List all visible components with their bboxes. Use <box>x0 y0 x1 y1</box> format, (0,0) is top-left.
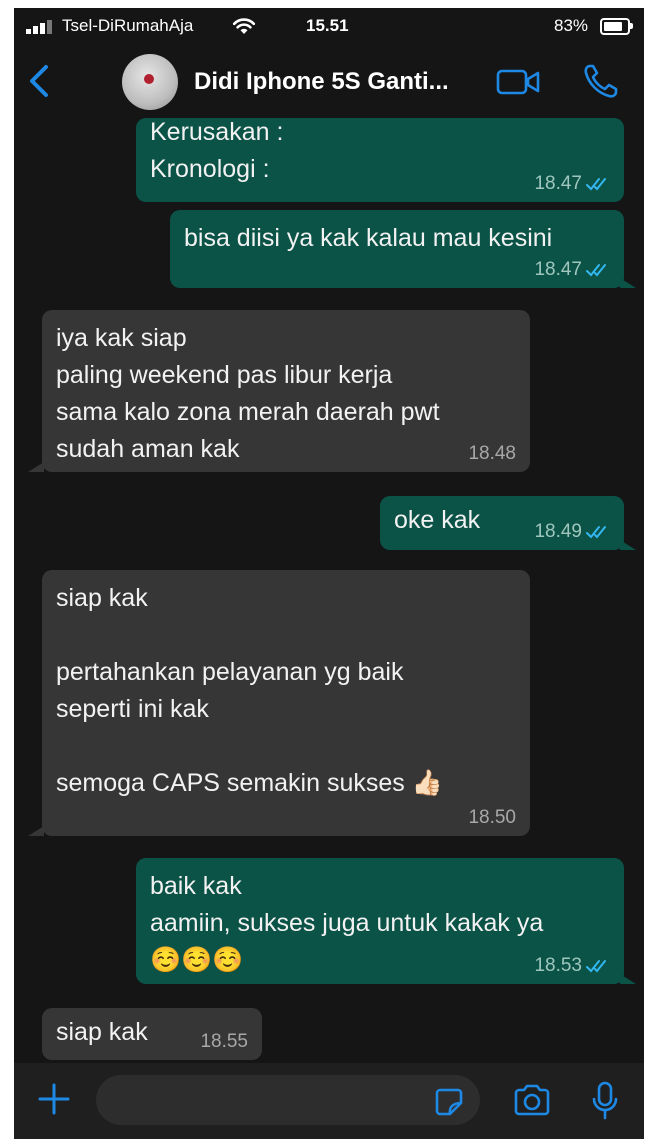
carrier-name: Tsel-DiRumahAja <box>62 16 194 35</box>
message-meta: 18.48 <box>468 442 516 466</box>
video-call-icon[interactable] <box>496 68 542 96</box>
message-meta: 18.53 <box>534 954 610 978</box>
wifi-icon <box>232 18 256 34</box>
status-bar: Tsel-DiRumahAja 15.51 83% <box>14 8 644 46</box>
voice-call-icon[interactable] <box>582 62 620 100</box>
chat-header: Didi Iphone 5S Ganti... <box>14 46 644 118</box>
battery-tip <box>630 23 633 29</box>
message-time: 18.55 <box>200 1031 248 1052</box>
battery-percent: 83% <box>554 16 589 35</box>
message-list[interactable]: Kerusakan : Kronologi : 18.47 bisa diisi… <box>14 118 644 1063</box>
message-time: 18.50 <box>468 807 516 828</box>
message-bubble-outgoing[interactable]: baik kak aamiin, sukses juga untuk kakak… <box>136 858 624 984</box>
message-time: 18.48 <box>468 443 516 464</box>
battery-icon <box>600 18 630 35</box>
message-time: 18.53 <box>534 955 582 976</box>
message-meta: 18.50 <box>468 806 516 830</box>
message-meta: 18.55 <box>200 1030 248 1054</box>
bubble-tail <box>28 826 44 836</box>
read-receipt-icon <box>586 178 606 191</box>
message-bubble-incoming[interactable]: siap kak 18.55 <box>42 1008 262 1060</box>
message-time: 18.47 <box>534 173 582 194</box>
read-receipt-icon <box>586 960 606 973</box>
message-time: 18.47 <box>534 259 582 280</box>
read-receipt-icon <box>586 526 606 539</box>
message-text: siap kak pertahankan pelayanan yg baik s… <box>56 584 443 797</box>
input-bar <box>14 1063 644 1139</box>
back-chevron-icon[interactable] <box>28 64 50 98</box>
message-input[interactable] <box>96 1075 480 1125</box>
message-bubble-incoming[interactable]: siap kak pertahankan pelayanan yg baik s… <box>42 570 530 836</box>
message-text: oke kak <box>394 506 481 534</box>
signal-icon <box>26 20 52 34</box>
battery-fill <box>604 22 622 31</box>
avatar-detail <box>144 74 154 84</box>
message-text: baik kak aamiin, sukses juga untuk kakak… <box>150 872 544 974</box>
bubble-tail <box>620 540 636 550</box>
message-text: iya kak siap paling weekend pas libur ke… <box>56 324 440 463</box>
message-bubble-outgoing[interactable]: oke kak 18.49 <box>380 496 624 550</box>
bubble-tail <box>620 974 636 984</box>
message-text: Kerusakan : Kronologi : <box>150 118 284 183</box>
camera-icon[interactable] <box>512 1083 552 1117</box>
message-meta: 18.47 <box>534 172 610 196</box>
microphone-icon[interactable] <box>590 1080 620 1122</box>
contact-name[interactable]: Didi Iphone 5S Ganti... <box>194 68 449 96</box>
status-time: 15.51 <box>306 16 349 35</box>
message-meta: 18.49 <box>534 520 610 544</box>
sticker-icon[interactable] <box>434 1087 464 1117</box>
message-text: bisa diisi ya kak kalau mau kesini <box>184 224 553 252</box>
plus-icon[interactable] <box>36 1081 72 1117</box>
message-time: 18.49 <box>534 521 582 542</box>
message-bubble-outgoing[interactable]: bisa diisi ya kak kalau mau kesini 18.47 <box>170 210 624 288</box>
bubble-tail <box>28 462 44 472</box>
bubble-tail <box>620 278 636 288</box>
read-receipt-icon <box>586 264 606 277</box>
message-text: siap kak <box>56 1018 148 1046</box>
message-bubble-incoming[interactable]: iya kak siap paling weekend pas libur ke… <box>42 310 530 472</box>
phone-screen: Tsel-DiRumahAja 15.51 83% Didi Iphone 5S… <box>14 8 644 1139</box>
message-bubble-outgoing[interactable]: Kerusakan : Kronologi : 18.47 <box>136 118 624 202</box>
avatar[interactable] <box>122 54 178 110</box>
message-meta: 18.47 <box>534 258 610 282</box>
